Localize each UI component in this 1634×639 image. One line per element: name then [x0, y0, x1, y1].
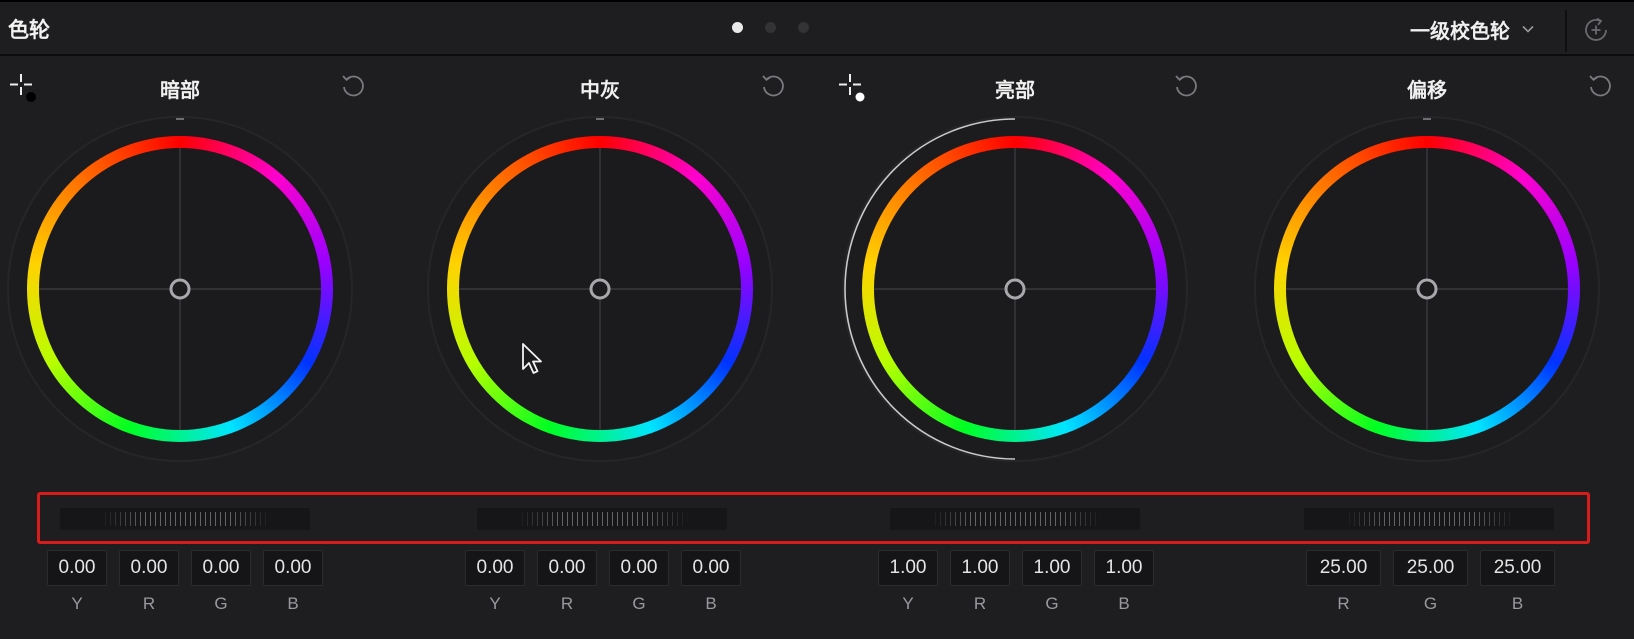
wheel-center-handle[interactable]: [169, 278, 191, 300]
value-field-G[interactable]: [609, 550, 669, 586]
wheel-group-lift: 暗部 Y R G B: [0, 56, 385, 636]
master-wheel-lift[interactable]: [60, 508, 310, 530]
value-label-G: G: [1423, 594, 1438, 613]
wheel-title-offset: 偏移: [1407, 78, 1447, 102]
wheel-group-gain: 亮部 Y R G B: [810, 56, 1220, 636]
wheel-mode-label: 一级校色轮: [1410, 18, 1510, 43]
value-field-R[interactable]: [1306, 550, 1381, 586]
value-label-R: R: [142, 594, 156, 613]
color-wheel-gamma[interactable]: [395, 114, 805, 474]
master-wheel-ticks: [517, 512, 689, 526]
value-label-B: B: [1511, 594, 1524, 613]
panel-header: 色轮 一级校色轮: [0, 4, 1634, 56]
value-field-B[interactable]: [1094, 550, 1154, 586]
value-field-R[interactable]: [950, 550, 1010, 586]
value-field-R[interactable]: [119, 550, 179, 586]
value-label-R: R: [560, 594, 574, 613]
value-label-R: R: [973, 594, 987, 613]
panel-title: 色轮: [8, 18, 50, 42]
wheel-center-handle[interactable]: [1416, 278, 1438, 300]
value-label-G: G: [1045, 594, 1059, 613]
page-dot-1[interactable]: [732, 22, 743, 33]
reset-icon[interactable]: [1586, 72, 1614, 100]
values-row-gain: Y R G B: [878, 550, 1154, 614]
page-indicator: [732, 22, 809, 33]
master-wheel-ticks: [100, 512, 272, 526]
value-label-Y: Y: [902, 594, 914, 613]
value-label-Y: Y: [71, 594, 83, 613]
chevron-down-icon: [1522, 25, 1534, 33]
value-field-G[interactable]: [191, 550, 251, 586]
page-dot-3[interactable]: [798, 22, 809, 33]
value-field-B[interactable]: [1480, 550, 1555, 586]
wheel-title-gamma: 中灰: [580, 78, 620, 102]
master-wheel-gamma[interactable]: [477, 508, 727, 530]
color-wheel-gain[interactable]: [810, 114, 1220, 474]
master-wheel-offset[interactable]: [1304, 508, 1554, 530]
color-wheel-offset[interactable]: [1222, 114, 1632, 474]
wheel-title-lift: 暗部: [160, 78, 200, 102]
page-dot-2[interactable]: [765, 22, 776, 33]
master-wheel-ticks: [1344, 512, 1516, 526]
value-label-G: G: [632, 594, 646, 613]
master-wheel-gain[interactable]: [890, 508, 1140, 530]
value-field-Y[interactable]: [465, 550, 525, 586]
value-field-Y[interactable]: [47, 550, 107, 586]
value-field-G[interactable]: [1393, 550, 1468, 586]
value-field-B[interactable]: [263, 550, 323, 586]
color-wheel-lift[interactable]: [0, 114, 385, 474]
value-label-G: G: [214, 594, 228, 613]
values-row-offset: R G B: [1306, 550, 1555, 614]
wheel-group-gamma: 中灰 Y R G B: [395, 56, 805, 636]
master-wheel-ticks: [930, 512, 1102, 526]
wheel-center-handle[interactable]: [589, 278, 611, 300]
value-field-R[interactable]: [537, 550, 597, 586]
value-field-G[interactable]: [1022, 550, 1082, 586]
color-picker-crosshair-icon[interactable]: [838, 72, 868, 106]
value-label-B: B: [705, 594, 717, 613]
add-node-icon[interactable]: [1582, 16, 1610, 44]
values-row-lift: Y R G B: [47, 550, 323, 614]
value-label-B: B: [287, 594, 299, 613]
header-divider: [1565, 10, 1567, 52]
wheel-title-gain: 亮部: [995, 78, 1035, 102]
value-label-R: R: [1337, 594, 1350, 613]
wheel-center-handle[interactable]: [1004, 278, 1026, 300]
reset-icon[interactable]: [339, 72, 367, 100]
wheel-group-offset: 偏移 R G B: [1222, 56, 1632, 636]
value-field-Y[interactable]: [878, 550, 938, 586]
color-wheels-panel: 色轮 一级校色轮 暗部 0.00 Y 0.00 R 0.00 G 0.00 B …: [0, 0, 1634, 639]
value-field-B[interactable]: [681, 550, 741, 586]
wheel-mode-dropdown[interactable]: 一级校色轮: [1410, 12, 1534, 46]
reset-icon[interactable]: [759, 72, 787, 100]
color-picker-crosshair-icon[interactable]: [9, 72, 39, 106]
values-row-gamma: Y R G B: [465, 550, 741, 614]
value-label-B: B: [1118, 594, 1130, 613]
value-label-Y: Y: [489, 594, 501, 613]
reset-icon[interactable]: [1172, 72, 1200, 100]
